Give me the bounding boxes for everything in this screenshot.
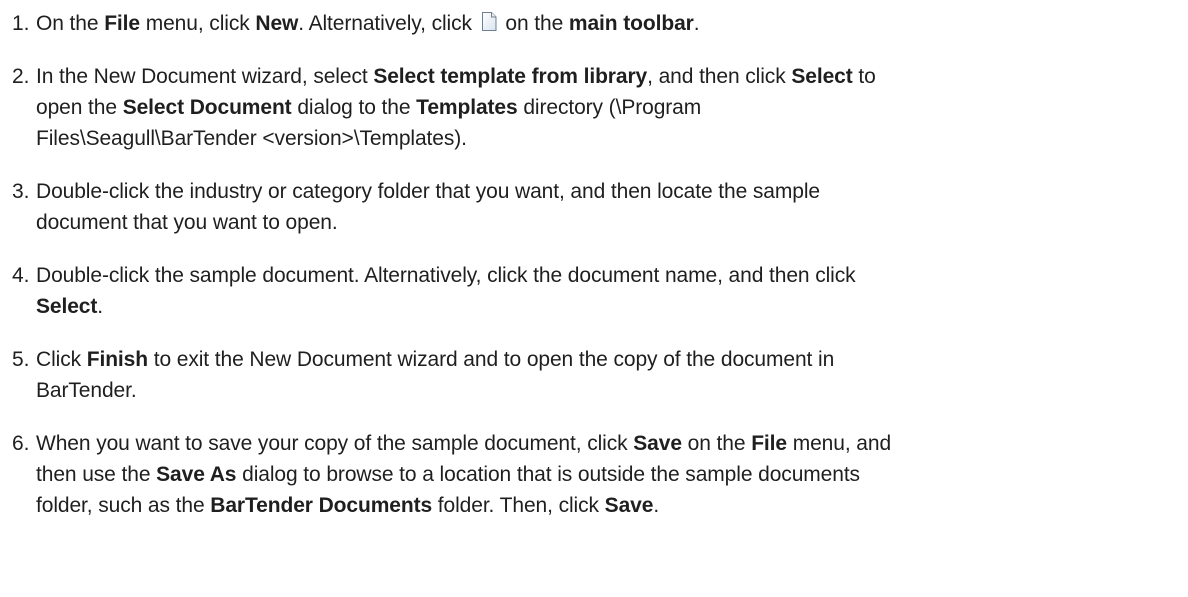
text: then use the xyxy=(36,463,157,486)
text: to xyxy=(852,65,876,88)
dialog-select-document: Select Document xyxy=(122,96,292,119)
text: In the New Document wizard, select xyxy=(36,65,374,88)
text: on the xyxy=(681,432,752,455)
text: , and then click xyxy=(647,65,792,88)
toolbar-name: main toolbar xyxy=(568,12,694,35)
command-save: Save xyxy=(604,494,654,517)
text: When you want to save your copy of the s… xyxy=(36,432,634,455)
text: open the xyxy=(36,96,123,119)
command-save: Save xyxy=(633,432,682,455)
button-finish: Finish xyxy=(86,348,148,371)
text: to exit the New Document wizard and to o… xyxy=(147,348,835,371)
text: Files\Seagull\BarTender <version>\Templa… xyxy=(36,127,467,150)
step-number: 4. xyxy=(12,264,30,287)
step-6: 6. When you want to save your copy of the… xyxy=(12,428,1152,521)
text: . Alternatively, click xyxy=(298,12,478,35)
text: dialog to browse to a location that is o… xyxy=(236,463,860,486)
button-select: Select xyxy=(36,295,98,318)
step-1: 1. On the File menu, click New. Alternati… xyxy=(12,8,1152,41)
text: menu, and xyxy=(786,432,892,455)
text: . xyxy=(653,494,660,517)
button-select: Select xyxy=(791,65,853,88)
text: On the xyxy=(36,12,105,35)
text: BarTender. xyxy=(36,379,137,402)
text: on the xyxy=(499,12,569,35)
text: Click xyxy=(36,348,87,371)
text: . xyxy=(693,12,700,35)
instructions-document: 1. On the File menu, click New. Alternati… xyxy=(0,0,1188,597)
step-3: 3. Double-click the industry or category … xyxy=(12,176,1152,238)
text: dialog to the xyxy=(291,96,417,119)
step-number: 5. xyxy=(12,348,30,371)
option-select-template: Select template from library xyxy=(373,65,648,88)
text: Double-click the sample document. Altern… xyxy=(36,264,856,287)
step-number: 1. xyxy=(12,12,30,35)
folder-bartender-documents: BarTender Documents xyxy=(210,494,433,517)
text: directory (\Program xyxy=(517,96,702,119)
text: . xyxy=(97,295,104,318)
directory-templates: Templates xyxy=(416,96,518,119)
menu-name-file: File xyxy=(104,12,140,35)
command-new: New xyxy=(255,12,299,35)
text: folder, such as the xyxy=(36,494,211,517)
text: menu, click xyxy=(139,12,256,35)
step-5: 5. Click Finish to exit the New Document … xyxy=(12,344,1152,406)
text: folder. Then, click xyxy=(432,494,605,517)
step-number: 2. xyxy=(12,65,30,88)
text: document that you want to open. xyxy=(36,211,338,234)
menu-name-file: File xyxy=(751,432,787,455)
step-number: 3. xyxy=(12,180,30,203)
step-4: 4. Double-click the sample document. Alte… xyxy=(12,260,1152,322)
step-number: 6. xyxy=(12,432,30,455)
new-document-icon xyxy=(480,10,498,41)
step-2: 2. In the New Document wizard, select Sel… xyxy=(12,61,1152,154)
dialog-save-as: Save As xyxy=(156,463,237,486)
text: Double-click the industry or category fo… xyxy=(36,180,821,203)
